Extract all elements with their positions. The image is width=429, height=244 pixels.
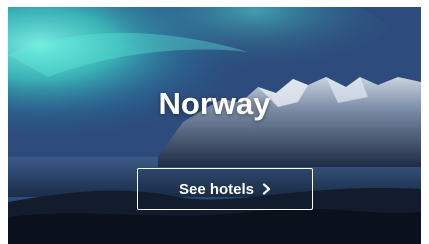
destination-title: Norway bbox=[158, 86, 271, 121]
see-hotels-label: See hotels bbox=[178, 180, 255, 198]
destination-card[interactable]: Norway See hotels bbox=[8, 7, 421, 244]
chevron-right-icon bbox=[262, 183, 271, 195]
see-hotels-button[interactable]: See hotels bbox=[137, 168, 313, 210]
